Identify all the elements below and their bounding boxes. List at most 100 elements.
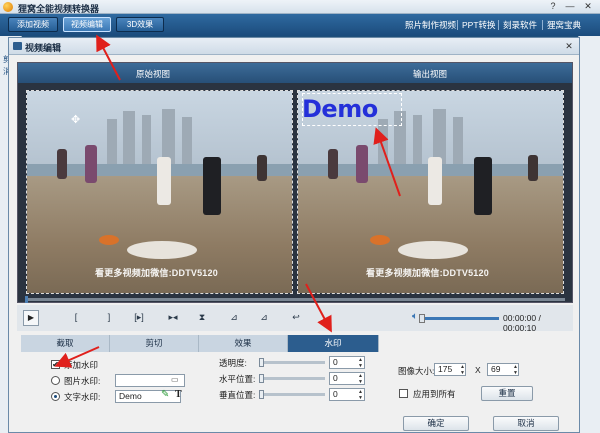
mark-out-button[interactable]: ]: [102, 312, 116, 322]
transparency-slider[interactable]: [259, 361, 325, 364]
vertical-position-knob[interactable]: [259, 390, 264, 399]
tab-watermark[interactable]: 水印: [288, 335, 379, 352]
scene-building: [142, 115, 151, 164]
time-display: 00:00:00 / 00:00:10: [503, 313, 541, 333]
spin-up-icon[interactable]: ▲ ▼: [357, 373, 364, 385]
text-watermark-input[interactable]: Demo: [115, 390, 181, 403]
volume-knob[interactable]: [419, 314, 425, 323]
volume-icon[interactable]: 🔈︎: [412, 311, 418, 322]
spin-up-icon[interactable]: ▲ ▼: [512, 364, 519, 376]
ok-button[interactable]: 确定: [403, 416, 469, 431]
photo-video-link[interactable]: 照片制作视频: [405, 19, 456, 31]
scene-person: [257, 155, 267, 181]
vertical-position-slider[interactable]: [259, 393, 325, 396]
add-video-button[interactable]: 添加视频: [8, 17, 58, 32]
spin-up-icon[interactable]: ▲ ▼: [459, 364, 466, 376]
horizontal-position-label: 水平位置:: [219, 374, 256, 384]
dialog-title: 视频编辑: [25, 43, 62, 53]
scene-building: [162, 109, 175, 164]
horizontal-position-knob[interactable]: [259, 374, 264, 383]
film-icon: [13, 42, 22, 50]
toolbar-separator: [457, 20, 458, 30]
demo-watermark-overlay[interactable]: Demo: [302, 95, 378, 123]
transparency-knob[interactable]: [259, 358, 264, 367]
scene-cloth: [398, 241, 468, 259]
scene-building: [453, 117, 463, 164]
video-watermark-text: 看更多视频加微信:DDTV5120: [366, 268, 489, 278]
scene-building: [107, 119, 117, 164]
minimize-button[interactable]: —: [562, 1, 578, 12]
apply-all-label: 应用到所有: [413, 389, 456, 399]
scene-person: [85, 145, 97, 183]
undo-icon[interactable]: ↩: [289, 312, 303, 323]
scene-person: [356, 145, 368, 183]
original-video-frame[interactable]: 看更多视频加微信:DDTV5120 ✥: [26, 90, 293, 294]
text-watermark-label: 文字水印:: [64, 392, 101, 402]
dialog-close-button[interactable]: ✕: [561, 41, 577, 52]
fade-out-icon[interactable]: ⊿: [257, 312, 271, 323]
mark-in-button[interactable]: [: [69, 312, 83, 322]
timeline-track[interactable]: [25, 298, 565, 301]
reset-button[interactable]: 重置: [481, 386, 533, 401]
ppt-convert-link[interactable]: PPT转换: [462, 19, 496, 31]
background-right-pane: [578, 36, 600, 433]
size-separator: X: [475, 365, 481, 375]
video-edit-button[interactable]: 视频编辑: [63, 17, 111, 32]
hourglass-icon[interactable]: ⧗: [195, 312, 209, 323]
preview-panel: 原始视图 输出视图 看更多视频加微信:DDTV5120 ✥ 看更多视频加微信:D…: [17, 62, 573, 303]
play-button[interactable]: ▶: [23, 310, 39, 326]
scene-bag: [99, 235, 119, 245]
scene-building: [413, 115, 422, 164]
add-watermark-checkbox[interactable]: ✔: [51, 360, 60, 369]
font-icon[interactable]: T: [175, 389, 182, 400]
scene-building: [123, 111, 135, 164]
volume-slider[interactable]: [424, 317, 499, 320]
fade-in-icon[interactable]: ⊿: [227, 312, 241, 323]
video-edit-dialog: 视频编辑 ✕ 原始视图 输出视图 看更多视频加微信:DDTV5120 ✥ 看更多…: [8, 37, 580, 433]
tab-trim[interactable]: 截取: [21, 335, 110, 352]
image-watermark-radio[interactable]: [51, 376, 60, 385]
split-button[interactable]: ▸◂: [163, 312, 183, 323]
image-watermark-label: 图片水印:: [64, 376, 101, 386]
horizontal-position-slider[interactable]: [259, 377, 325, 380]
burn-software-link[interactable]: 刻录软件: [503, 19, 537, 31]
pen-icon[interactable]: ✎: [161, 389, 169, 400]
image-size-label: 图像大小:: [398, 366, 435, 376]
timeline-playhead[interactable]: [25, 296, 28, 303]
transparency-label: 透明度:: [219, 358, 247, 368]
app-logo-icon: [3, 2, 13, 12]
scene-cloth: [127, 241, 197, 259]
text-watermark-radio[interactable]: [51, 392, 60, 401]
dialog-titlebar: 视频编辑 ✕: [9, 38, 579, 55]
app-titlebar: 狸窝全能视频转换器 ? — ✕: [0, 0, 600, 14]
3d-effect-button[interactable]: 3D效果: [116, 17, 164, 32]
scene-person: [474, 157, 492, 215]
help-button[interactable]: ?: [545, 1, 561, 12]
scene-person: [157, 157, 171, 205]
watermark-panel: ✔ 添加水印 图片水印: ▭ 文字水印: Demo ✎ T 透明度: 0 ▲ ▼ …: [21, 352, 573, 412]
scene-person: [528, 155, 538, 181]
video-watermark-text: 看更多视频加微信:DDTV5120: [95, 268, 218, 278]
folder-icon[interactable]: ▭: [171, 375, 179, 384]
play-selection-button[interactable]: [▸]: [129, 312, 149, 323]
app-toolbar: 添加视频 视频编辑 3D效果 照片制作视频 PPT转换 刻录软件 狸窝宝典: [0, 14, 600, 36]
scene-bag: [370, 235, 390, 245]
scene-person: [203, 157, 221, 215]
output-video-frame[interactable]: 看更多视频加微信:DDTV5120 Demo: [297, 90, 564, 294]
timeline[interactable]: [25, 296, 565, 303]
tab-crop[interactable]: 剪切: [110, 335, 199, 352]
preview-header: 原始视图 输出视图: [18, 63, 572, 83]
spin-up-icon[interactable]: ▲ ▼: [357, 389, 364, 401]
edit-tabs: 截取 剪切 效果 水印: [21, 335, 379, 352]
scene-person: [57, 149, 67, 179]
playback-controls: ▶ [ ] [▸] ▸◂ ⧗ ⊿ ⊿ ↩ 🔈︎ 00:00:00 / 00:00…: [17, 305, 573, 333]
tab-effects[interactable]: 效果: [199, 335, 288, 352]
close-button[interactable]: ✕: [580, 1, 596, 12]
cancel-button[interactable]: 取消: [493, 416, 559, 431]
scene-person: [328, 149, 338, 179]
apply-all-checkbox[interactable]: [399, 389, 408, 398]
output-view-label: 输出视图: [413, 69, 448, 79]
original-view-label: 原始视图: [136, 69, 171, 79]
spin-up-icon[interactable]: ▲ ▼: [357, 357, 364, 369]
guide-link[interactable]: 狸窝宝典: [547, 19, 581, 31]
